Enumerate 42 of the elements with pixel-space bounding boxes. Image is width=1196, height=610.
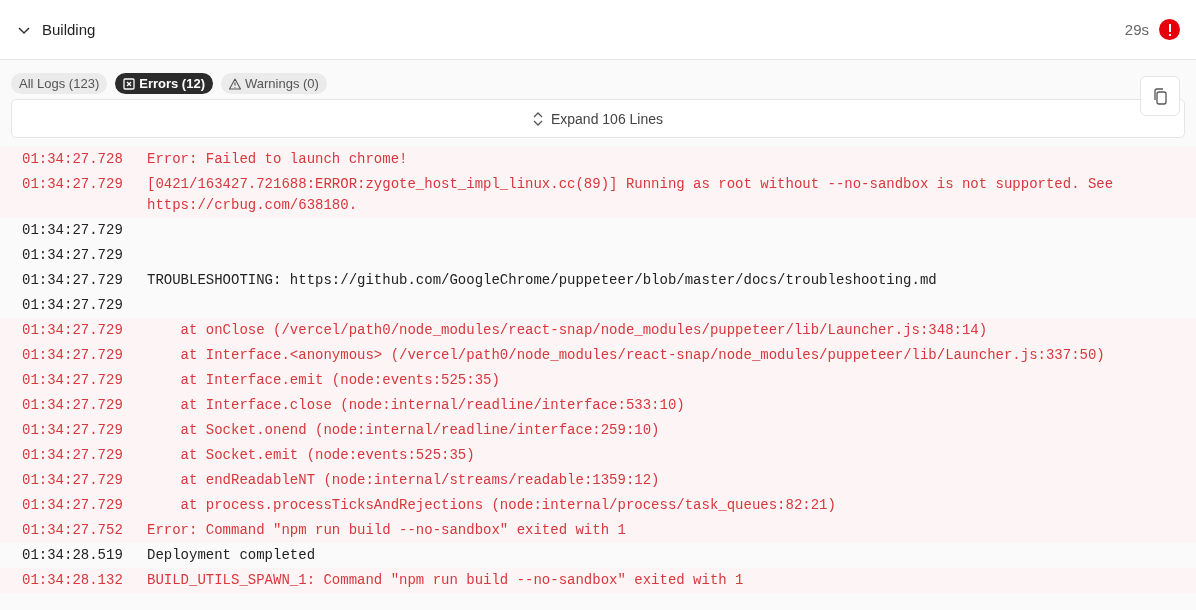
filter-tab[interactable]: All Logs (123) bbox=[11, 73, 108, 94]
filter-tab[interactable]: Errors (12) bbox=[115, 73, 213, 94]
log-message: Error: Command "npm run build --no-sandbox" exited with 1 bbox=[147, 521, 627, 540]
log-timestamp: 01:34:27.729 bbox=[22, 321, 124, 340]
x-square-icon bbox=[123, 77, 136, 90]
duration-text: 29s bbox=[1124, 21, 1149, 38]
expand-lines-button[interactable]: Expand 106 Lines bbox=[11, 99, 1185, 138]
log-timestamp: 01:34:28.132 bbox=[22, 571, 124, 590]
log-timestamp: 01:34:27.729 bbox=[22, 271, 124, 290]
log-message: at endReadableNT (node:internal/streams/readable:1359:12) bbox=[179, 471, 661, 490]
log-timestamp: 01:34:27.729 bbox=[22, 371, 124, 390]
filter-tab[interactable]: Warnings (0) bbox=[220, 73, 327, 94]
log-message: at Socket.emit (node:events:525:35) bbox=[179, 446, 476, 465]
copy-icon bbox=[1152, 87, 1168, 105]
warning-icon bbox=[228, 77, 241, 90]
log-timestamp: 01:34:28.519 bbox=[22, 546, 124, 565]
log-timestamp: 01:34:27.728 bbox=[22, 150, 124, 169]
log-timestamp: 01:34:27.729 bbox=[22, 421, 124, 440]
log-timestamp: 01:34:27.752 bbox=[22, 521, 124, 540]
log-message: at onClose (/vercel/path0/node_modules/react-snap/node_modules/puppeteer/lib/Launcher.js:348:14) bbox=[179, 321, 989, 340]
log-timestamp: 01:34:27.729 bbox=[22, 246, 124, 265]
log-message: at process.processTicksAndRejections (node:internal/process/task_queues:82:21) bbox=[179, 496, 837, 515]
log-timestamp: 01:34:27.729 bbox=[22, 446, 124, 465]
section-title: Building bbox=[42, 21, 97, 38]
log-timestamp: 01:34:27.729 bbox=[22, 221, 124, 240]
expand-icon bbox=[532, 111, 543, 126]
log-timestamp: 01:34:27.729 bbox=[22, 175, 124, 194]
log-message: at Interface.close (node:internal/readline/interface:533:10) bbox=[179, 396, 686, 415]
log-message: at Interface.emit (node:events:525:35) bbox=[179, 371, 501, 390]
log-message: Error: Failed to launch chrome! bbox=[147, 150, 409, 169]
log-message: at Socket.onend (node:internal/readline/interface:259:10) bbox=[179, 421, 661, 440]
log-message: Deployment completed bbox=[147, 546, 317, 565]
log-message: TROUBLESHOOTING: https://github.com/GoogleChrome/puppeteer/blob/master/docs/troubleshooting.md bbox=[147, 271, 938, 290]
copy-button[interactable] bbox=[1140, 76, 1180, 116]
log-timestamp: 01:34:27.729 bbox=[22, 346, 124, 365]
log-message: BUILD_UTILS_SPAWN_1: Command "npm run build --no-sandbox" exited with 1 bbox=[147, 571, 745, 590]
log-timestamp: 01:34:27.729 bbox=[22, 396, 124, 415]
log-timestamp: 01:34:27.729 bbox=[22, 471, 124, 490]
log-timestamp: 01:34:27.729 bbox=[22, 296, 124, 315]
log-timestamp: 01:34:27.729 bbox=[22, 496, 124, 515]
log-message: at Interface.<anonymous> (/vercel/path0/node_modules/react-snap/node_modules/puppeteer/lib/Launcher.js:337:50) bbox=[179, 346, 1106, 365]
log-message: [0421/163427.721688:ERROR:zygote_host_impl_linux.cc(89)] Running as root without --no-sandbox is not supported. See https://crbug.com/638180. bbox=[147, 175, 1115, 215]
